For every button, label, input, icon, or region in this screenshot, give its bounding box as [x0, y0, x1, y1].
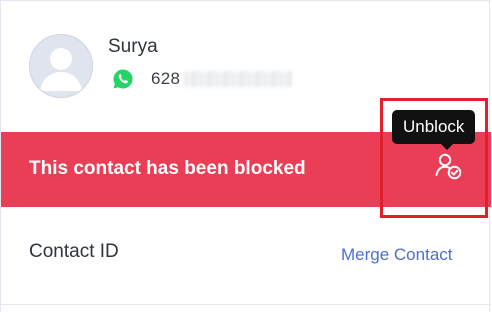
tooltip-arrow: [440, 143, 454, 150]
contact-id-label: Contact ID: [29, 241, 119, 262]
merge-contact-link[interactable]: Merge Contact: [341, 245, 453, 265]
unblock-button[interactable]: [431, 152, 465, 184]
whatsapp-icon: [112, 68, 134, 90]
contact-card: Surya 628 This contact has been blocked …: [0, 0, 491, 312]
unblock-tooltip: Unblock: [392, 110, 476, 144]
phone-number: 628: [151, 69, 181, 88]
blocked-message: This contact has been blocked: [29, 158, 306, 179]
section-divider: [1, 304, 491, 305]
user-avatar-icon: [29, 34, 93, 98]
user-check-icon: [433, 151, 463, 186]
phone-row: 628: [112, 67, 293, 91]
contact-name: Surya: [108, 36, 158, 57]
phone-number-redacted: [184, 71, 293, 87]
